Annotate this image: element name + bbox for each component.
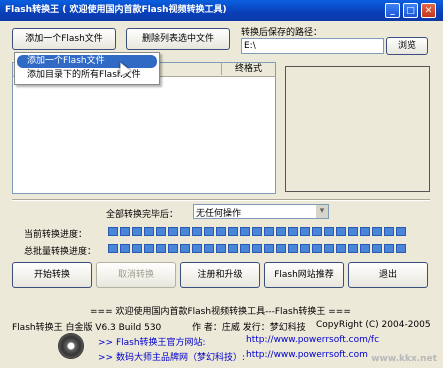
progress-segment xyxy=(156,244,166,253)
progress-segment xyxy=(300,244,310,253)
progress-segment xyxy=(228,244,238,253)
delete-selected-button[interactable]: 删除列表选中文件 xyxy=(126,28,230,50)
column-header-format[interactable]: 终格式 xyxy=(221,63,275,75)
total-progress-bar xyxy=(108,244,414,253)
progress-segment xyxy=(180,244,190,253)
after-convert-label: 全部转换完毕后： xyxy=(106,210,179,220)
maximize-icon[interactable]: □ xyxy=(403,3,418,18)
close-icon[interactable]: ✕ xyxy=(421,3,436,18)
minimize-icon[interactable]: _ xyxy=(385,3,400,18)
disc-logo-icon xyxy=(58,333,84,359)
chevron-down-icon[interactable]: ▾ xyxy=(316,205,328,218)
add-file-dropdown-menu: 添加一个Flash文件 添加目录下的所有Flash文件 xyxy=(14,52,160,85)
progress-segment xyxy=(216,227,226,236)
progress-segment xyxy=(144,244,154,253)
progress-segment xyxy=(360,244,370,253)
progress-segment xyxy=(336,244,346,253)
progress-segment xyxy=(264,244,274,253)
progress-segment xyxy=(348,244,358,253)
progress-segment xyxy=(264,227,274,236)
progress-segment xyxy=(228,227,238,236)
author-info: 作 者：庄威 发行：梦幻科技 xyxy=(192,323,306,333)
copyright: CopyRight (C) 2004-2005 xyxy=(316,320,431,330)
progress-segment xyxy=(120,227,130,236)
progress-segment xyxy=(252,227,262,236)
progress-segment xyxy=(384,244,394,253)
progress-segment xyxy=(372,244,382,253)
progress-segment xyxy=(276,227,286,236)
progress-segment xyxy=(396,244,406,253)
progress-segment xyxy=(396,227,406,236)
register-upgrade-button[interactable]: 注册和升级 xyxy=(180,262,260,288)
progress-segment xyxy=(288,227,298,236)
title-bar[interactable]: Flash转换王 ( 欢迎使用国内首款Flash视频转换工具) _ □ ✕ xyxy=(0,0,443,21)
window-title: Flash转换王 ( 欢迎使用国内首款Flash视频转换工具) xyxy=(5,5,227,15)
progress-segment xyxy=(192,227,202,236)
browse-button[interactable]: 浏览 xyxy=(386,37,428,55)
brand-site-link-label[interactable]: >> 数码大师主品牌网（梦幻科技）: xyxy=(98,350,245,363)
start-convert-button[interactable]: 开始转换 xyxy=(12,262,92,288)
progress-segment xyxy=(180,227,190,236)
progress-segment xyxy=(144,227,154,236)
official-site-link-label[interactable]: >> Flash转换王官方网站: xyxy=(98,335,206,348)
total-progress-label: 总批量转换进度： xyxy=(24,247,97,257)
progress-segment xyxy=(156,227,166,236)
progress-segment xyxy=(384,227,394,236)
brand-site-link[interactable]: http://www.powerrsoft.com xyxy=(246,350,368,360)
app-window: Flash转换王 ( 欢迎使用国内首款Flash视频转换工具) _ □ ✕ 添加… xyxy=(0,0,443,368)
progress-segment xyxy=(108,227,118,236)
progress-segment xyxy=(276,244,286,253)
progress-segment xyxy=(108,244,118,253)
official-site-link[interactable]: http://www.powerrsoft.com/fc xyxy=(246,335,379,345)
current-progress-bar xyxy=(108,227,414,236)
progress-segment xyxy=(240,227,250,236)
progress-segment xyxy=(192,244,202,253)
progress-segment xyxy=(348,227,358,236)
progress-segment xyxy=(120,244,130,253)
progress-segment xyxy=(168,227,178,236)
progress-segment xyxy=(288,244,298,253)
progress-segment xyxy=(372,227,382,236)
current-progress-label: 当前转换进度： xyxy=(24,230,88,240)
output-path-field[interactable]: E:\ xyxy=(241,38,384,54)
progress-segment xyxy=(312,244,322,253)
progress-segment xyxy=(324,244,334,253)
progress-segment xyxy=(336,227,346,236)
progress-segment xyxy=(300,227,310,236)
progress-segment xyxy=(132,244,142,253)
progress-segment xyxy=(168,244,178,253)
progress-segment xyxy=(204,227,214,236)
after-convert-value: 无任何操作 xyxy=(196,209,242,219)
progress-segment xyxy=(312,227,322,236)
product-version: Flash转换王 白金版 V6.3 Build 530 xyxy=(12,323,162,333)
add-flash-button[interactable]: 添加一个Flash文件 xyxy=(12,28,116,50)
menu-item-add-one-flash[interactable]: 添加一个Flash文件 xyxy=(17,55,157,68)
watermark: www.kkx.net xyxy=(371,354,437,364)
progress-segment xyxy=(240,244,250,253)
footer-banner: === 欢迎使用国内首款Flash视频转换工具---Flash转换王 === xyxy=(90,307,351,317)
output-path-label: 转换后保存的路径： xyxy=(241,28,323,38)
preview-panel xyxy=(285,66,430,192)
cancel-convert-button[interactable]: 取消转换 xyxy=(96,262,176,288)
site-recommend-button[interactable]: Flash网站推荐 xyxy=(264,262,344,288)
divider xyxy=(12,199,430,201)
progress-segment xyxy=(252,244,262,253)
progress-segment xyxy=(216,244,226,253)
exit-button[interactable]: 退出 xyxy=(348,262,428,288)
menu-item-add-folder-flash[interactable]: 添加目录下的所有Flash文件 xyxy=(17,69,157,82)
after-convert-select[interactable]: 无任何操作 ▾ xyxy=(193,204,329,219)
progress-segment xyxy=(132,227,142,236)
progress-segment xyxy=(360,227,370,236)
progress-segment xyxy=(324,227,334,236)
progress-segment xyxy=(204,244,214,253)
